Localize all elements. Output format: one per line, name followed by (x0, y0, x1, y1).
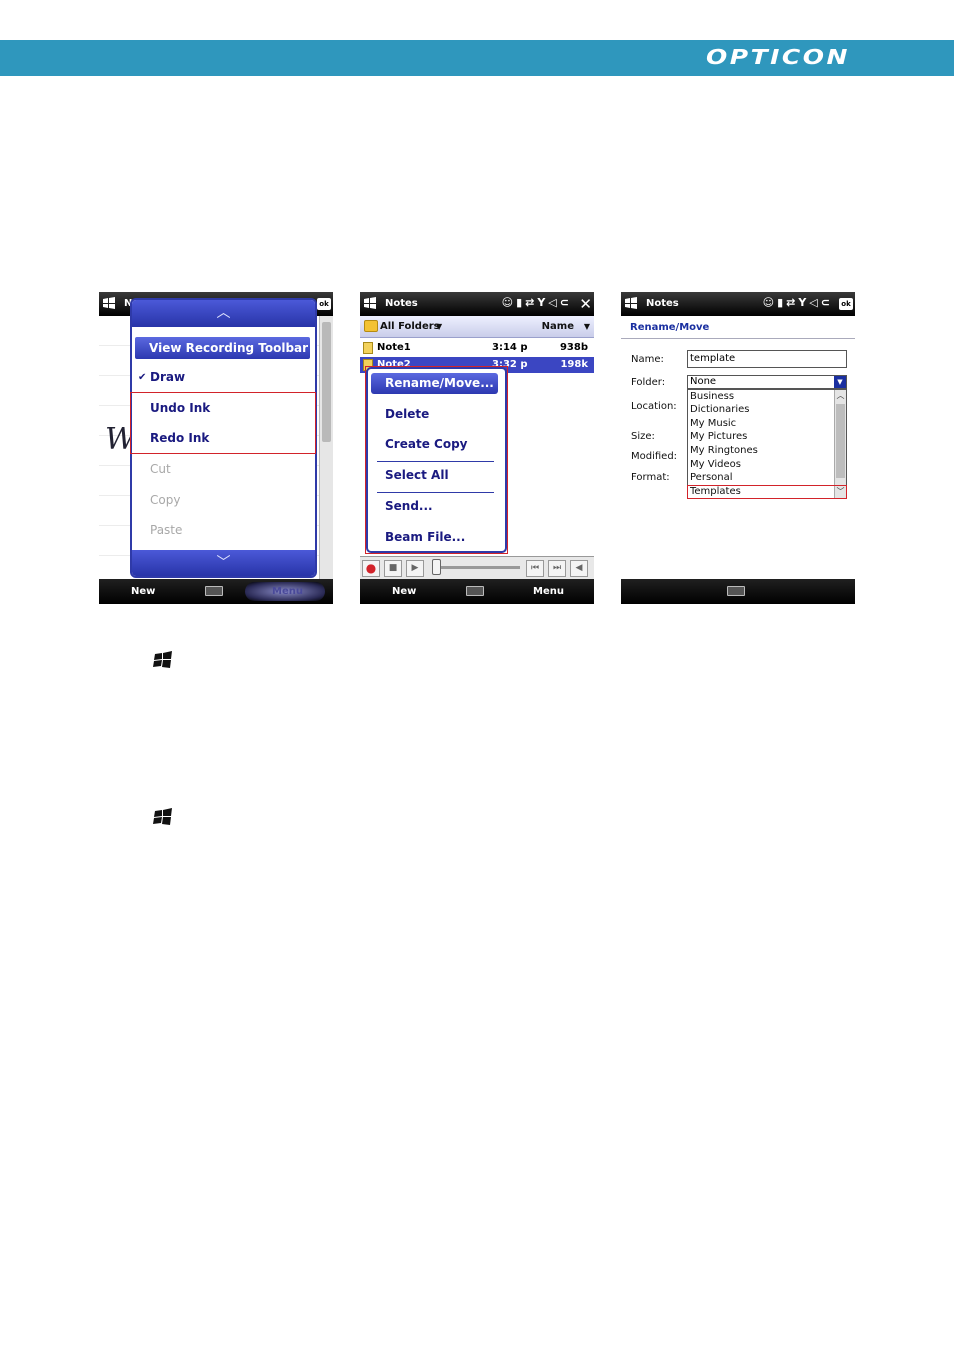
folder-select-value: None (690, 376, 717, 387)
softkey-menu[interactable]: Menu (272, 586, 303, 597)
softkey-new[interactable]: New (392, 586, 416, 597)
recording-toolbar: ● ■ ▶ ⏮ ⏭ ◀ (360, 556, 594, 579)
slider-handle[interactable] (432, 559, 441, 575)
close-icon[interactable]: ✕ (579, 295, 592, 313)
status-icons: ☺▮⇄Y◁⊂ (501, 296, 572, 309)
windows-start-icon[interactable] (624, 296, 638, 310)
soft-key-bar (621, 579, 855, 604)
scroll-up-icon[interactable]: ︿ (132, 300, 315, 327)
highlight-box (365, 366, 508, 554)
soft-key-bar: New Menu (360, 579, 594, 604)
modified-label: Modified: (631, 451, 678, 462)
brand-logo: OPTICON (706, 45, 850, 69)
app-title: Notes (646, 298, 679, 309)
folder-bar: All Folders ▼ Name ▼ (360, 316, 594, 338)
title-bar: Notes ☺▮⇄Y◁⊂ ok (621, 292, 855, 316)
menu-item-draw[interactable]: Draw (150, 370, 185, 384)
scroll-down-icon[interactable]: ﹀ (132, 550, 315, 576)
softkey-new[interactable]: New (131, 586, 155, 597)
screenshot-notes-list: Notes ☺▮⇄Y◁⊂ ✕ All Folders ▼ Name ▼ Note… (360, 292, 594, 604)
menu-item-copy: Copy (150, 493, 181, 507)
vertical-scrollbar[interactable] (319, 316, 333, 580)
screenshot-rename-move: Notes ☺▮⇄Y◁⊂ ok Rename/Move Name: templa… (621, 292, 855, 604)
name-field[interactable]: template (687, 350, 847, 368)
highlight-box (687, 485, 847, 499)
option-business[interactable]: Business (690, 391, 734, 403)
keyboard-icon[interactable] (205, 586, 223, 596)
screenshot-notes-menu: W N ok ︿ View Recording Toolbar ✔ Draw U… (99, 292, 333, 604)
windows-start-icon[interactable] (102, 296, 116, 310)
windows-start-icon[interactable] (363, 296, 377, 310)
note-file-icon (363, 342, 373, 354)
option-my-pictures[interactable]: My Pictures (690, 431, 747, 443)
option-personal[interactable]: Personal (690, 472, 733, 484)
dialog-title: Rename/Move (621, 316, 855, 339)
windows-start-icon (153, 651, 172, 668)
folder-select[interactable]: None ▼ (687, 375, 847, 389)
folder-label: Folder: (631, 377, 666, 388)
app-title: Notes (385, 298, 418, 309)
windows-start-icon (153, 808, 172, 825)
scroll-thumb[interactable] (836, 404, 845, 478)
ok-button[interactable]: ok (839, 298, 853, 310)
name-label: Name: (631, 354, 664, 365)
option-my-videos[interactable]: My Videos (690, 459, 741, 471)
highlight-box (130, 392, 316, 454)
menu-item-view-recording-toolbar[interactable]: View Recording Toolbar (135, 337, 310, 359)
status-icons: ☺▮⇄Y◁⊂ (762, 296, 833, 309)
folder-dropdown-list: Business Dictionaries My Music My Pictur… (687, 389, 847, 499)
skip-back-icon[interactable]: ⏮ (526, 560, 544, 577)
softkey-menu[interactable]: Menu (533, 586, 564, 597)
list-item[interactable]: Note1 3:14 p 938b (360, 340, 594, 356)
format-label: Format: (631, 472, 670, 483)
menu-item-cut: Cut (150, 462, 171, 476)
keyboard-icon[interactable] (727, 586, 745, 596)
checkmark-icon: ✔ (138, 372, 147, 383)
playback-slider[interactable] (432, 566, 520, 569)
keyboard-icon[interactable] (466, 586, 484, 596)
ok-button[interactable]: ok (317, 298, 331, 310)
chevron-down-icon[interactable]: ▼ (584, 322, 590, 331)
option-dictionaries[interactable]: Dictionaries (690, 404, 750, 416)
dropdown-scrollbar[interactable]: ︿ ﹀ (834, 390, 846, 498)
stop-icon[interactable]: ■ (384, 560, 402, 577)
menu-item-paste: Paste (150, 523, 183, 537)
record-icon[interactable]: ● (362, 560, 380, 577)
folder-icon (364, 320, 378, 332)
skip-forward-icon[interactable]: ⏭ (548, 560, 566, 577)
chevron-down-icon[interactable]: ▼ (436, 322, 442, 331)
speaker-icon[interactable]: ◀ (570, 560, 588, 577)
option-my-music[interactable]: My Music (690, 418, 736, 430)
chevron-down-icon[interactable]: ▼ (834, 376, 846, 388)
sort-by[interactable]: Name (542, 321, 574, 332)
title-bar: Notes ☺▮⇄Y◁⊂ ✕ (360, 292, 594, 316)
size-label: Size: (631, 431, 655, 442)
location-label: Location: (631, 401, 677, 412)
chevron-up-icon[interactable]: ︿ (835, 390, 846, 402)
folder-filter[interactable]: All Folders (380, 321, 440, 332)
option-my-ringtones[interactable]: My Ringtones (690, 445, 758, 457)
play-icon[interactable]: ▶ (406, 560, 424, 577)
soft-key-bar: New Menu (99, 579, 333, 604)
